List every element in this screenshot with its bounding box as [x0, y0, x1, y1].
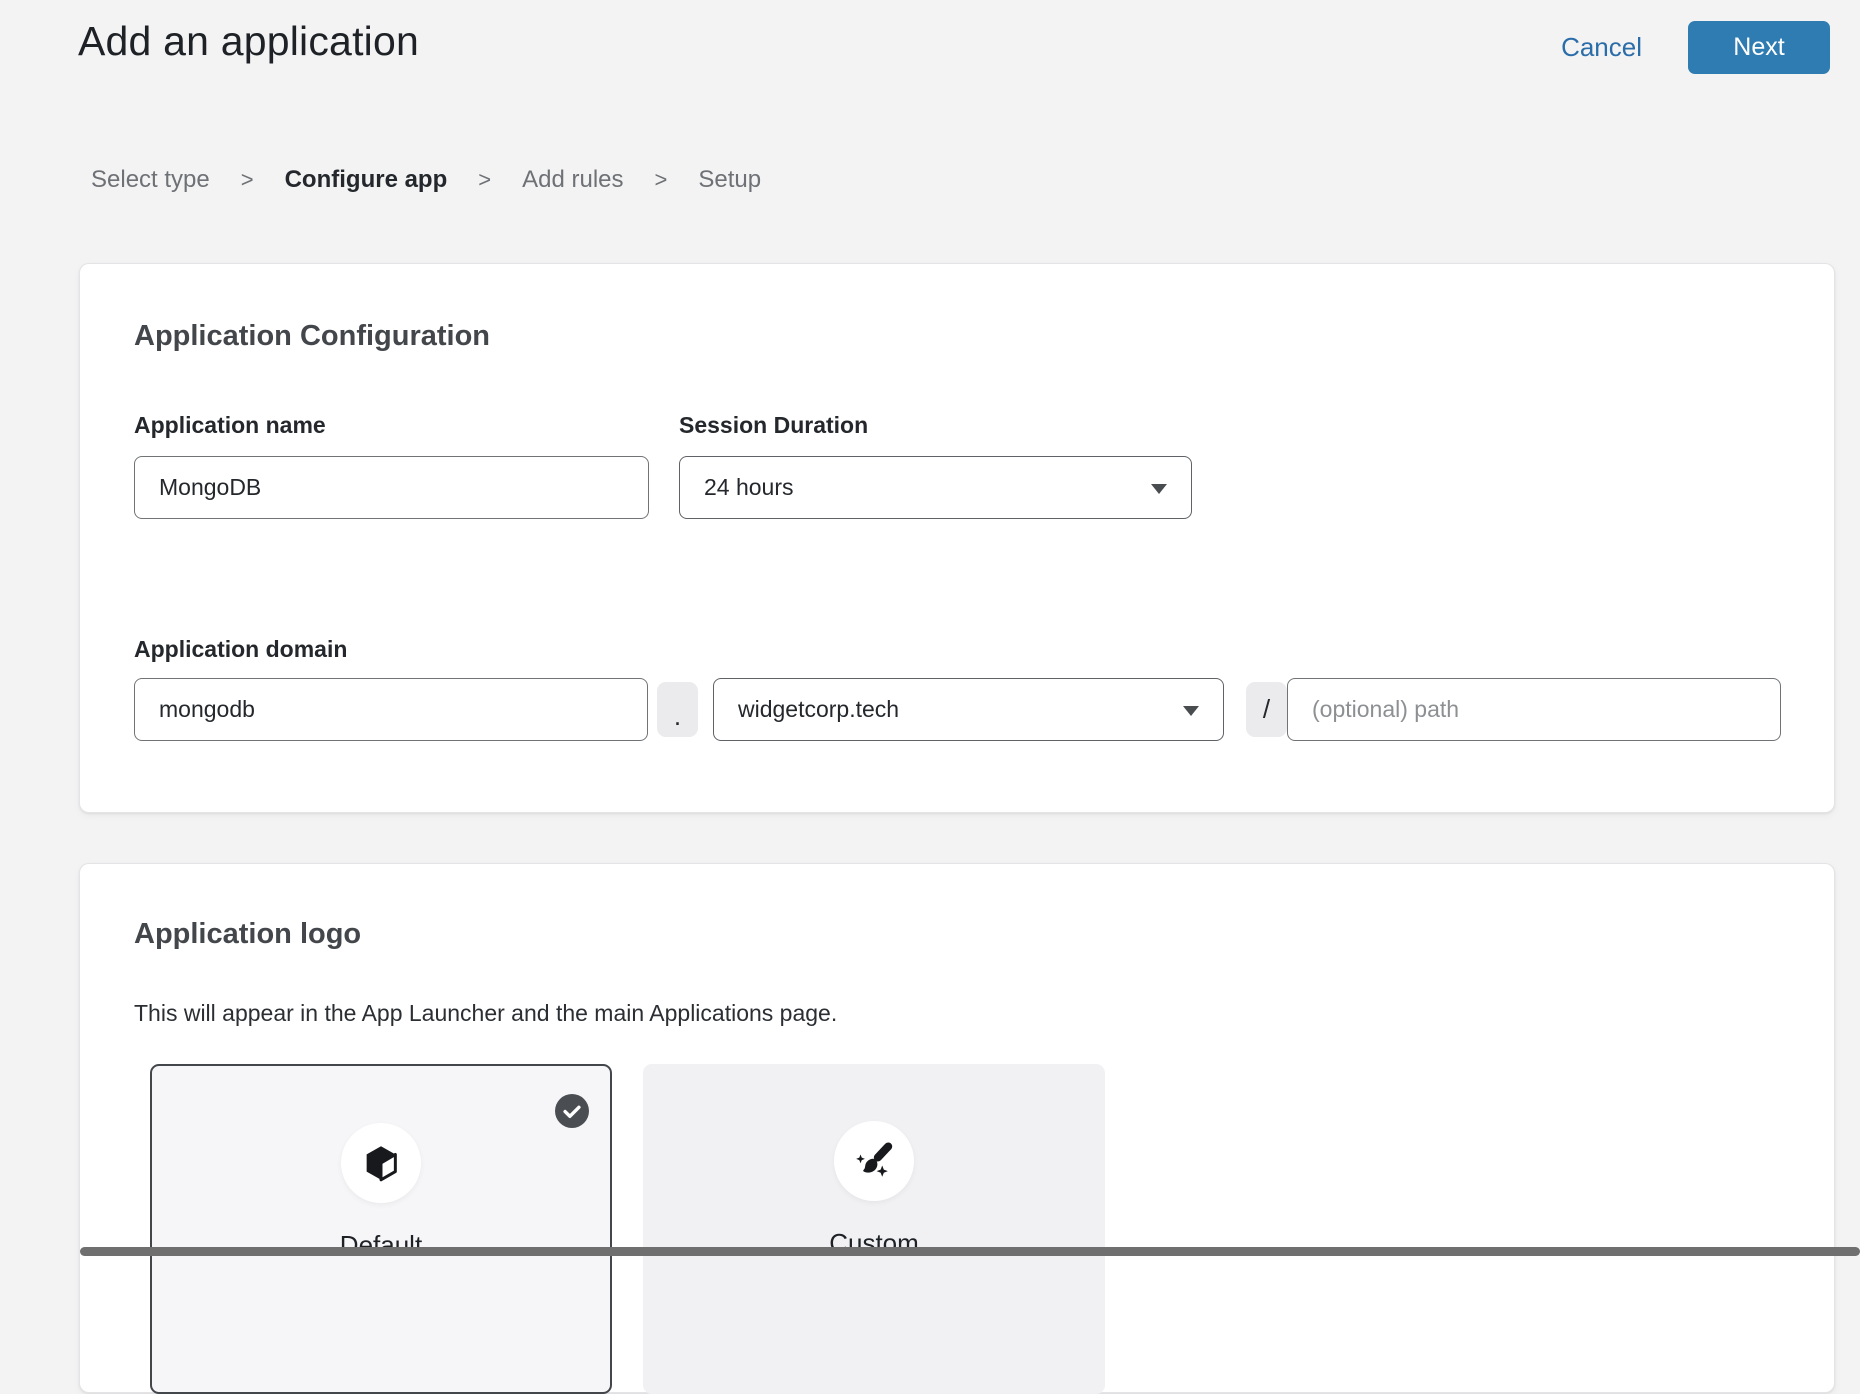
step-setup[interactable]: Setup: [698, 166, 761, 194]
breadcrumb-separator: >: [655, 167, 668, 193]
application-domain-label: Application domain: [134, 636, 347, 663]
logo-circle: [834, 1121, 914, 1201]
cancel-button[interactable]: Cancel: [1561, 32, 1642, 63]
logo-option-custom[interactable]: Custom: [643, 1064, 1105, 1394]
slash-separator: /: [1246, 682, 1287, 737]
step-configure-app[interactable]: Configure app: [285, 166, 448, 194]
logo-description: This will appear in the App Launcher and…: [134, 1000, 837, 1027]
configuration-heading: Application Configuration: [134, 320, 490, 353]
path-input[interactable]: [1287, 678, 1781, 741]
session-duration-label: Session Duration: [679, 412, 868, 439]
breadcrumb-separator: >: [241, 167, 254, 193]
domain-select[interactable]: widgetcorp.tech: [713, 678, 1224, 741]
paintbrush-icon: [853, 1140, 895, 1182]
subdomain-input[interactable]: [134, 678, 648, 741]
breadcrumb-separator: >: [478, 167, 491, 193]
step-add-rules[interactable]: Add rules: [522, 166, 623, 194]
application-name-input[interactable]: [134, 456, 649, 519]
step-select-type[interactable]: Select type: [91, 166, 210, 194]
domain-value: widgetcorp.tech: [738, 696, 899, 723]
chevron-down-icon: [1183, 706, 1199, 716]
breadcrumb: Select type > Configure app > Add rules …: [91, 166, 761, 194]
logo-option-default[interactable]: Default: [150, 1064, 612, 1394]
logo-circle: [341, 1123, 421, 1203]
header-actions: Cancel Next: [1561, 21, 1830, 74]
selected-check-icon: [555, 1094, 589, 1128]
horizontal-scrollbar[interactable]: [80, 1247, 1860, 1256]
page-title: Add an application: [78, 18, 419, 65]
cube-icon: [360, 1142, 402, 1184]
logo-option-label: Default: [340, 1230, 422, 1261]
next-button[interactable]: Next: [1688, 21, 1830, 74]
logo-options: Default Custom: [150, 1064, 1105, 1394]
logo-heading: Application logo: [134, 918, 361, 951]
application-logo-card: Application logo This will appear in the…: [79, 863, 1835, 1393]
chevron-down-icon: [1151, 484, 1167, 494]
application-name-label: Application name: [134, 412, 326, 439]
application-configuration-card: Application Configuration Application na…: [79, 263, 1835, 813]
session-duration-value: 24 hours: [704, 474, 794, 501]
session-duration-select[interactable]: 24 hours: [679, 456, 1192, 519]
dot-separator: .: [657, 682, 698, 737]
